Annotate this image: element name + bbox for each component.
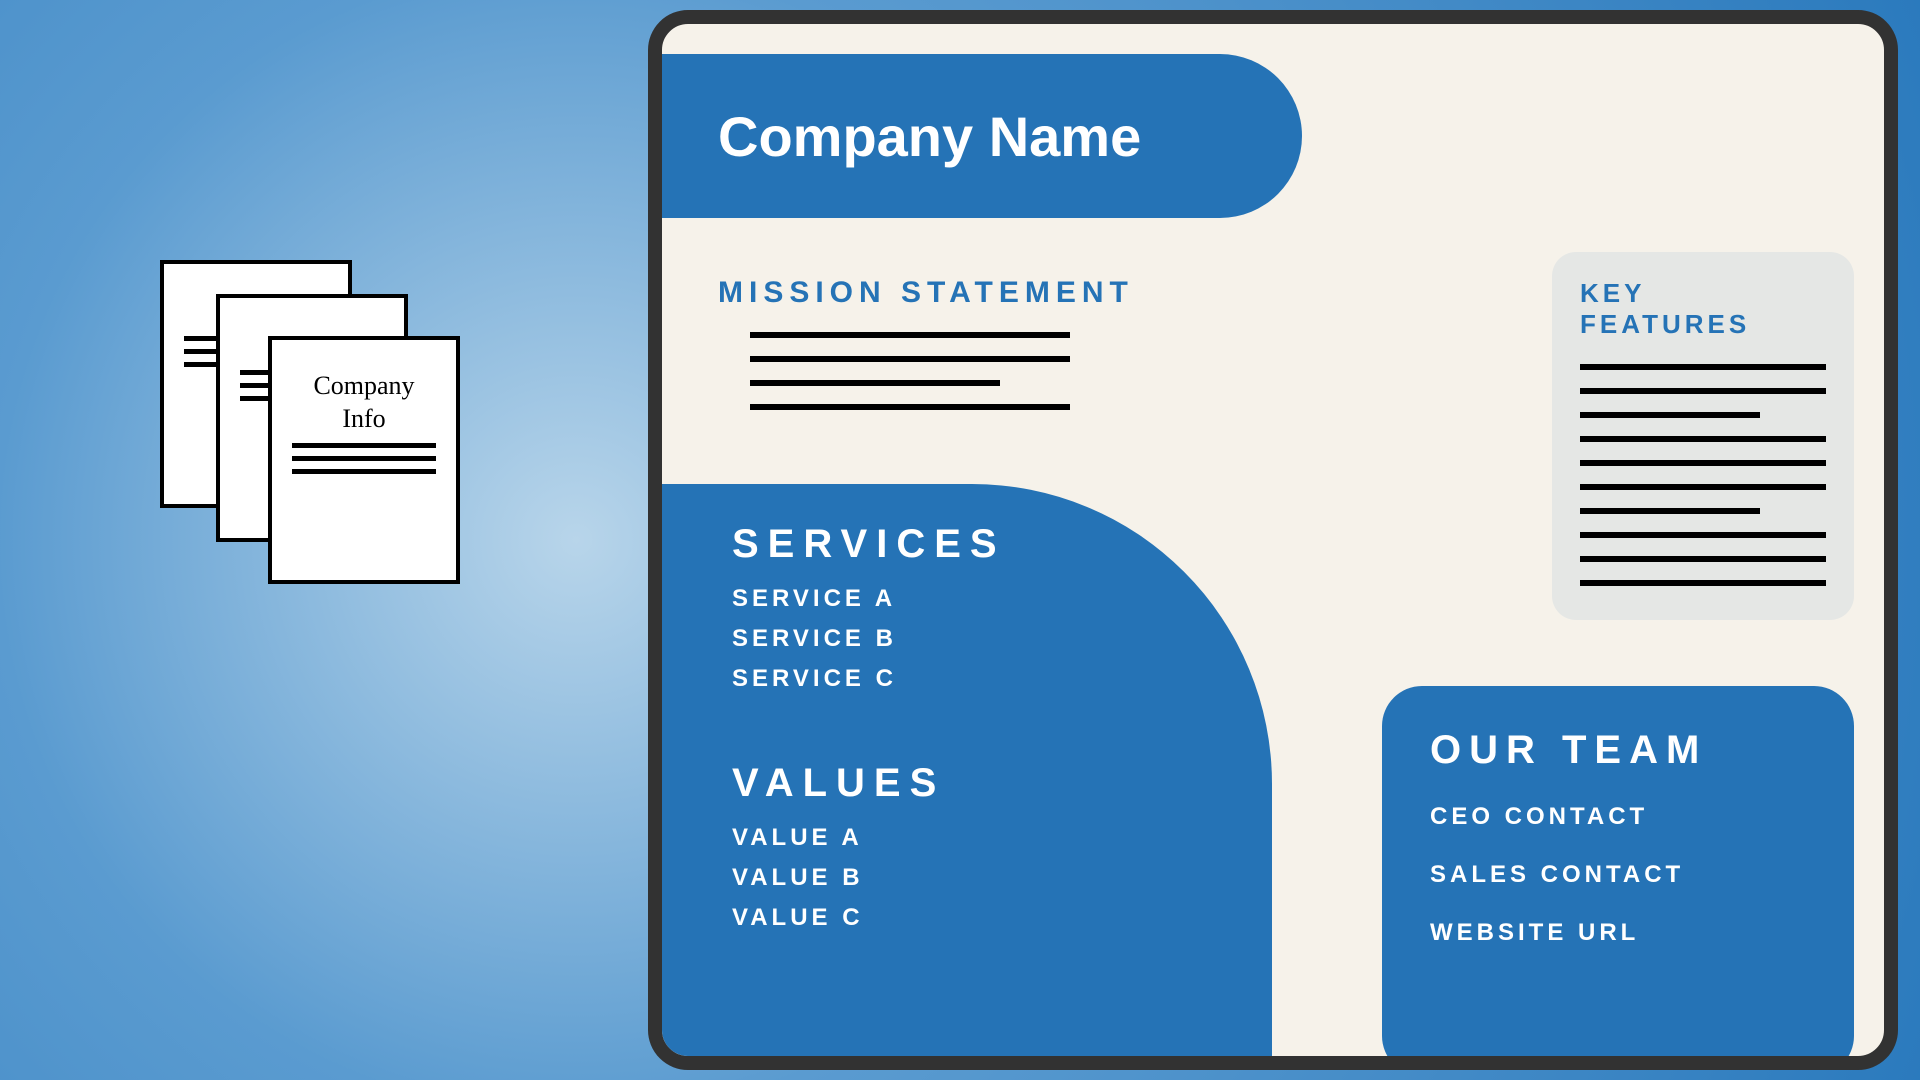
service-item: SERVICE B: [732, 625, 1272, 653]
key-features-text-placeholder: [1580, 364, 1826, 586]
key-features-card: KEY FEATURES: [1552, 252, 1854, 620]
team-item: CEO CONTACT: [1430, 803, 1806, 831]
values-heading: VALUES: [732, 761, 1272, 806]
team-item: SALES CONTACT: [1430, 861, 1806, 889]
service-item: SERVICE C: [732, 665, 1272, 693]
mission-heading: MISSION STATEMENT: [718, 276, 1134, 310]
team-heading: OUR TEAM: [1430, 728, 1806, 773]
mission-section: MISSION STATEMENT: [718, 276, 1134, 428]
company-name: Company Name: [718, 104, 1141, 169]
company-name-banner: Company Name: [662, 54, 1302, 218]
document-front-icon: Company Info: [268, 336, 460, 584]
info-panel: Company Name MISSION STATEMENT KEY FEATU…: [648, 10, 1898, 1070]
team-card: OUR TEAM CEO CONTACT SALES CONTACT WEBSI…: [1382, 686, 1854, 1070]
mission-text-placeholder: [750, 332, 1134, 410]
services-heading: SERVICES: [732, 522, 1272, 567]
services-values-block: SERVICES SERVICE A SERVICE B SERVICE C V…: [662, 484, 1272, 1070]
team-item: WEBSITE URL: [1430, 919, 1806, 947]
document-front-label: Company Info: [272, 370, 456, 435]
value-item: VALUE A: [732, 824, 1272, 852]
value-item: VALUE C: [732, 904, 1272, 932]
key-features-heading: KEY FEATURES: [1580, 278, 1826, 340]
value-item: VALUE B: [732, 864, 1272, 892]
service-item: SERVICE A: [732, 585, 1272, 613]
